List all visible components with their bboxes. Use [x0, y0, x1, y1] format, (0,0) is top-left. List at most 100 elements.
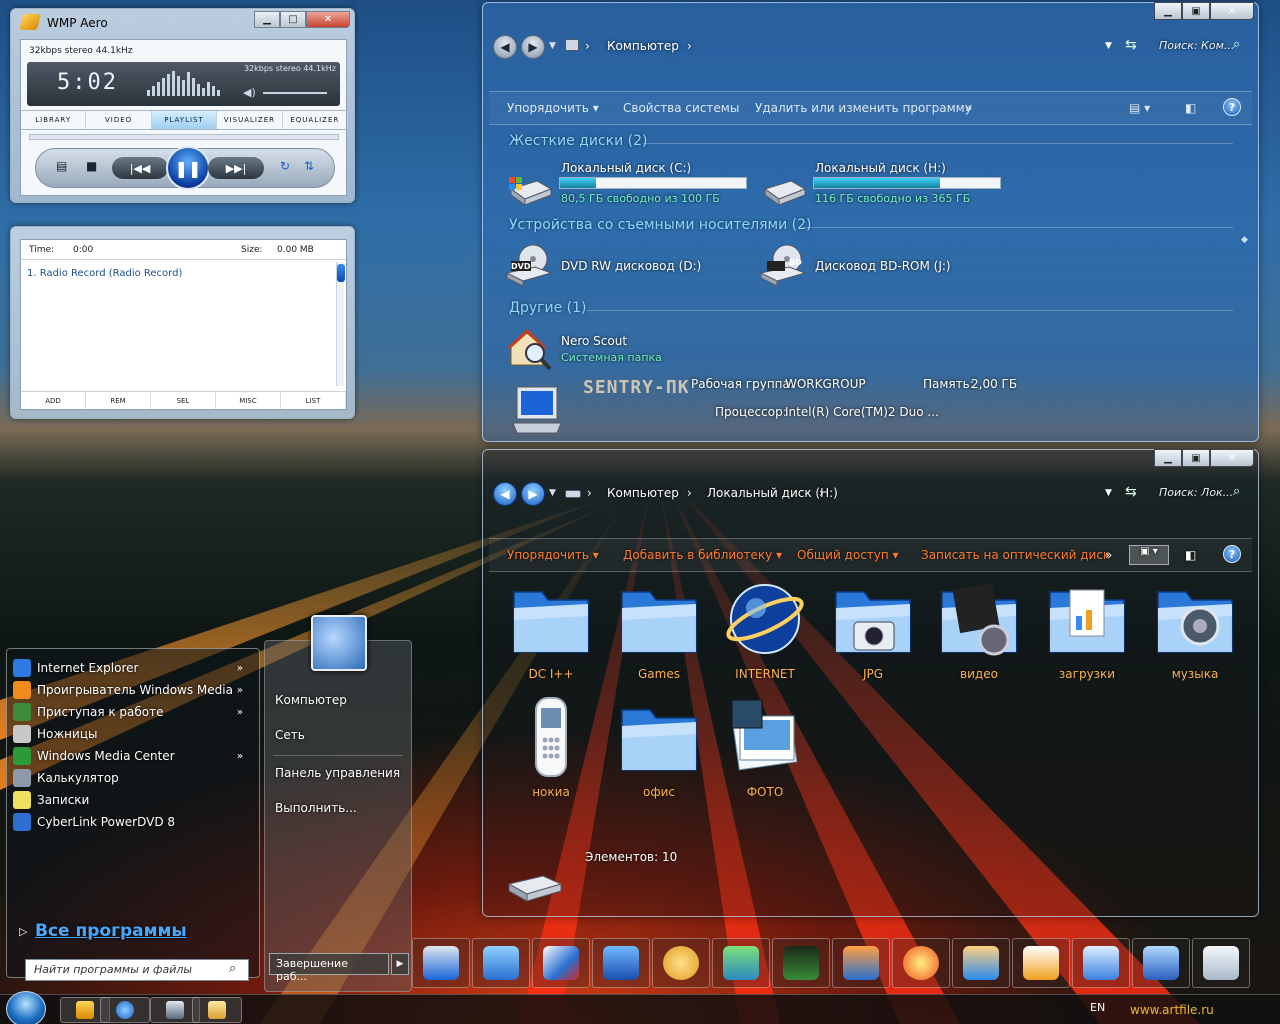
start-orb[interactable] — [6, 991, 46, 1024]
dock-help[interactable] — [1072, 938, 1130, 988]
folder-item[interactable]: музыка — [1145, 576, 1245, 681]
close-button[interactable]: ✕ — [1210, 449, 1254, 467]
seek-bar[interactable] — [29, 134, 339, 140]
volume-icon[interactable]: ◀) — [243, 86, 256, 99]
taskbar-ie[interactable] — [100, 997, 150, 1023]
breadcrumb-computer[interactable]: Компьютер — [607, 486, 679, 500]
bd-drive-name[interactable]: Дисковод BD-ROM (J:) — [815, 259, 951, 273]
breadcrumb-chevron[interactable]: › — [819, 486, 824, 500]
scroll-thumb[interactable] — [337, 264, 345, 282]
start-search-input[interactable]: Найти программы и файлы — [25, 959, 249, 981]
maximize-button[interactable]: ▣ — [1182, 449, 1210, 467]
start-program-item[interactable]: Internet Explorer » — [13, 657, 253, 679]
next-button[interactable]: ▶▶| — [208, 157, 264, 179]
minimize-button[interactable]: ▁ — [1154, 449, 1182, 467]
dock-media[interactable] — [832, 938, 890, 988]
burn-button[interactable]: Записать на оптический диск — [921, 548, 1110, 562]
back-button[interactable]: ◀ — [493, 35, 517, 59]
submenu-arrow-icon[interactable]: » — [237, 663, 243, 674]
misc-button[interactable]: MISC — [216, 392, 281, 409]
help-icon[interactable]: ? — [1223, 98, 1241, 116]
start-program-item[interactable]: CyberLink PowerDVD 8 — [13, 811, 253, 833]
forward-button[interactable]: ▶ — [521, 482, 545, 506]
dock-flower[interactable] — [892, 938, 950, 988]
user-avatar[interactable] — [311, 615, 367, 671]
view-options-icon[interactable]: ▤ ▾ — [1129, 101, 1150, 115]
back-button[interactable]: ◀ — [493, 482, 517, 506]
folder-item[interactable]: видео — [929, 576, 1029, 681]
search-input[interactable]: Поиск: Ком... — [1159, 39, 1234, 52]
submenu-arrow-icon[interactable]: » — [237, 707, 243, 718]
drive-h-name[interactable]: Локальный диск (H:) — [815, 161, 946, 175]
search-icon[interactable]: ⌕ — [229, 961, 236, 976]
language-indicator[interactable]: EN — [1090, 1001, 1105, 1014]
playlist-item[interactable]: 1. Radio Record (Radio Record) — [27, 268, 182, 279]
repeat-icon[interactable]: ↻ — [280, 159, 290, 173]
breadcrumb-chevron[interactable]: › — [687, 39, 692, 53]
folder-item[interactable]: нокиа — [501, 694, 601, 799]
close-button[interactable]: ✕ — [306, 11, 350, 28]
volume-slider[interactable] — [263, 92, 327, 94]
submenu-arrow-icon[interactable]: » — [237, 751, 243, 762]
dock-calendar[interactable] — [1012, 938, 1070, 988]
dvd-drive-name[interactable]: DVD RW дисковод (D:) — [561, 259, 701, 273]
breadcrumb-computer[interactable]: Компьютер — [607, 39, 679, 53]
dock-users[interactable] — [712, 938, 770, 988]
all-programs-link[interactable]: Все программы — [35, 921, 187, 941]
close-button[interactable]: ✕ — [1210, 2, 1254, 20]
folder-item[interactable]: Games — [609, 576, 709, 681]
history-dropdown-icon[interactable]: ▼ — [549, 41, 556, 51]
more-commands-button[interactable]: » — [965, 101, 972, 115]
submenu-arrow-icon[interactable]: » — [237, 685, 243, 696]
folder-item[interactable]: INTERNET — [715, 576, 815, 681]
start-program-item[interactable]: Записки — [13, 789, 253, 811]
dock-desktop[interactable] — [592, 938, 650, 988]
address-dropdown-icon[interactable]: ▼ — [1105, 41, 1112, 51]
organize-menu[interactable]: Упорядочить ▾ — [507, 101, 599, 115]
scroll-indicator-icon[interactable]: ◆ — [1241, 235, 1248, 245]
view-options-icon[interactable]: ▣ ▾ — [1129, 545, 1169, 565]
group-removable[interactable]: Устройства со съемными носителями (2) — [509, 217, 811, 233]
preview-pane-icon[interactable]: ◧ — [1185, 101, 1196, 115]
pause-button[interactable]: ❚❚ — [166, 146, 210, 190]
start-program-item[interactable]: Windows Media Center » — [13, 745, 253, 767]
stop-button[interactable]: ■ — [86, 159, 97, 173]
organize-menu[interactable]: Упорядочить ▾ — [507, 548, 599, 562]
drive-c-name[interactable]: Локальный диск (C:) — [561, 161, 691, 175]
search-input[interactable]: Поиск: Лок... — [1159, 486, 1233, 499]
start-program-item[interactable]: Приступая к работе » — [13, 701, 253, 723]
shutdown-options-button[interactable]: ▶ — [391, 953, 409, 975]
start-control-panel-link[interactable]: Панель управления — [275, 766, 400, 780]
dock-window[interactable] — [1132, 938, 1190, 988]
search-icon[interactable]: ⌕ — [1233, 37, 1240, 52]
preview-pane-icon[interactable]: ◧ — [1185, 548, 1196, 562]
start-network-link[interactable]: Сеть — [275, 728, 305, 742]
group-other[interactable]: Другие (1) — [509, 300, 586, 316]
shuffle-icon[interactable]: ⇅ — [304, 159, 314, 173]
group-hard-disks[interactable]: Жесткие диски (2) — [509, 133, 647, 149]
start-program-item[interactable]: Ножницы — [13, 723, 253, 745]
nero-scout-name[interactable]: Nero Scout — [561, 334, 627, 348]
tab-library[interactable]: LIBRARY — [21, 111, 87, 129]
previous-button[interactable]: |◀◀ — [112, 157, 168, 179]
dock-monitor[interactable] — [772, 938, 830, 988]
start-run-link[interactable]: Выполнить... — [275, 801, 357, 815]
playlist-scrollbar[interactable] — [336, 262, 345, 386]
open-icon[interactable]: ▤ — [56, 159, 67, 173]
dock-paint[interactable] — [532, 938, 590, 988]
more-commands-button[interactable]: » — [1105, 548, 1112, 562]
help-icon[interactable]: ? — [1223, 545, 1241, 563]
history-dropdown-icon[interactable]: ▼ — [549, 488, 556, 498]
maximize-button[interactable]: ▣ — [1182, 2, 1210, 20]
dock-computer[interactable] — [412, 938, 470, 988]
folder-item[interactable]: офис — [609, 694, 709, 799]
add-to-library-menu[interactable]: Добавить в библиотеку ▾ — [623, 548, 782, 562]
refresh-icon[interactable]: ⇆ — [1125, 484, 1137, 500]
list-button[interactable]: LIST — [281, 392, 346, 409]
minimize-button[interactable]: ▁ — [1154, 2, 1182, 20]
maximize-button[interactable]: □ — [280, 11, 306, 28]
dock-recycle-bin[interactable] — [1192, 938, 1250, 988]
add-button[interactable]: ADD — [21, 392, 86, 409]
search-icon[interactable]: ⌕ — [1233, 484, 1240, 499]
minimize-button[interactable]: ▁ — [254, 11, 280, 28]
